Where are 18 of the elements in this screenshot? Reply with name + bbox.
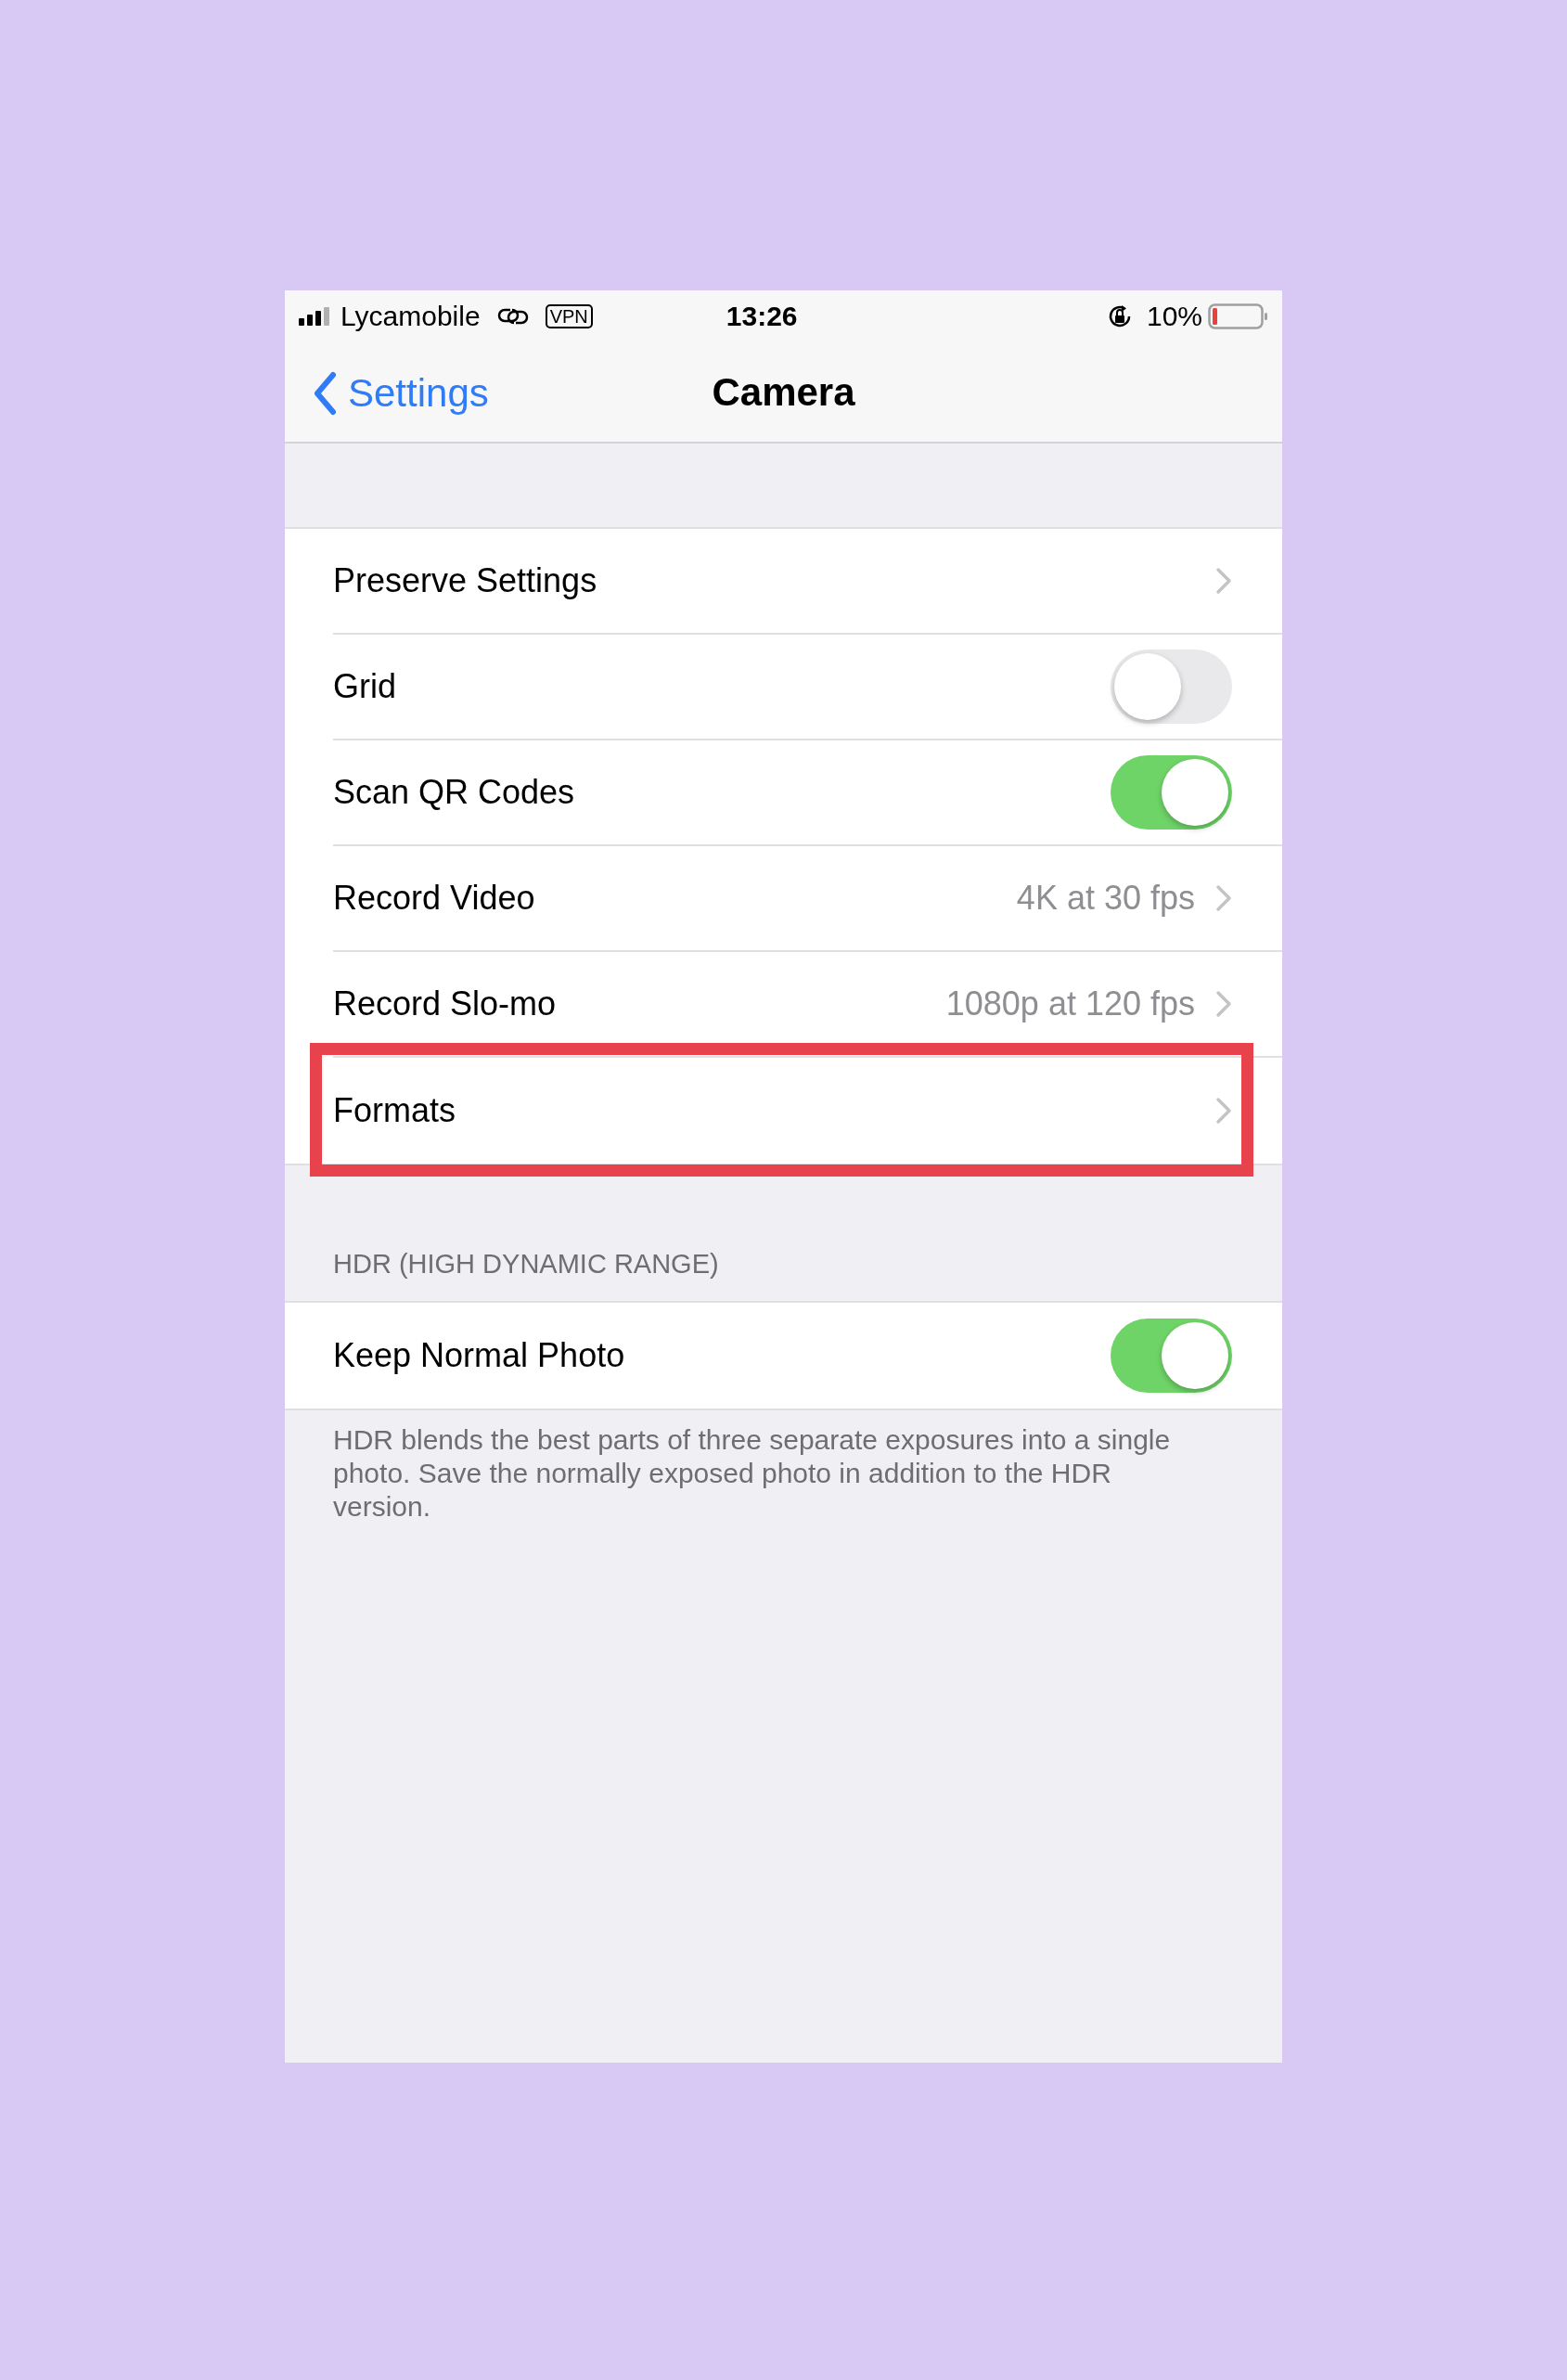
- section-header: HDR (HIGH DYNAMIC RANGE): [333, 1247, 719, 1280]
- status-time: 13:26: [726, 300, 798, 333]
- row-value: 4K at 30 fps: [1016, 878, 1195, 919]
- chevron-icon: [1215, 990, 1232, 1018]
- vpn-badge: VPN: [545, 303, 593, 328]
- chevron-icon: [1215, 1097, 1232, 1125]
- battery-icon: [1208, 302, 1269, 329]
- chevron-icon: [1215, 567, 1232, 595]
- row-label[interactable]: Record Slo-mo: [333, 979, 946, 1029]
- carrier-name: Lycamobile: [340, 300, 481, 333]
- chevron-icon: [1215, 884, 1232, 912]
- row-value: 1080p at 120 fps: [945, 984, 1195, 1024]
- back-chevron-icon: [313, 370, 337, 416]
- row-label[interactable]: Record Video: [333, 873, 1017, 923]
- page-title: Camera: [712, 368, 855, 416]
- battery-percent: 10%: [1146, 300, 1202, 333]
- back-button[interactable]: Settings: [313, 364, 489, 422]
- section-footer: HDR blends the best parts of three separate exposures into a single photo. Save the normally exposed photo in addition to the HDR version.: [285, 1410, 1282, 1524]
